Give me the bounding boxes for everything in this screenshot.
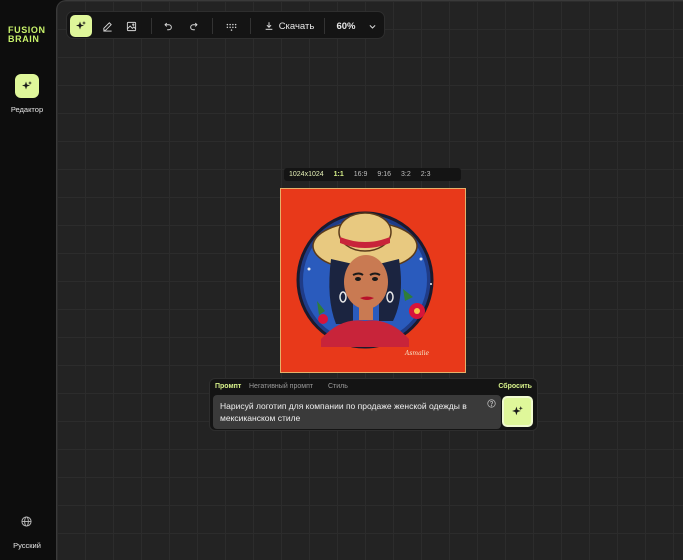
- undo-button[interactable]: [158, 15, 178, 37]
- pencil-icon: [102, 21, 112, 32]
- download-label: Скачать: [278, 20, 315, 32]
- prompt-input[interactable]: Нарисуй логотип для компании по продаже …: [213, 395, 501, 429]
- sparkle-icon: [22, 81, 32, 90]
- resolution-label: 1024x1024: [289, 171, 324, 178]
- ratio-option-16-9[interactable]: 16:9: [349, 171, 373, 178]
- image-signature: Asmalie: [404, 350, 430, 357]
- zoom-dropdown-button[interactable]: [364, 15, 380, 37]
- aspect-ratio-bar: 1024x1024 1:1 16:9 9:16 3:2 2:3: [284, 168, 461, 181]
- sidebar: FUSION BRAIN Редактор Русский: [0, 0, 56, 560]
- logo[interactable]: FUSION BRAIN: [8, 26, 46, 44]
- generate-tool-button[interactable]: [70, 15, 92, 37]
- sparkle-icon: [76, 21, 86, 30]
- ratio-option-9-16[interactable]: 9:16: [372, 171, 396, 178]
- ratio-option-2-3[interactable]: 2:3: [416, 171, 436, 178]
- chevron-down-icon: [369, 24, 375, 29]
- download-icon: [265, 22, 273, 30]
- ratio-option-1-1[interactable]: 1:1: [329, 171, 349, 178]
- undo-icon: [164, 22, 172, 31]
- generated-image[interactable]: Asmalie: [280, 188, 466, 373]
- prompt-text: Нарисуй логотип для компании по продаже …: [220, 401, 467, 423]
- prompt-panel: Промпт Негативный промпт Стиль Сбросить …: [209, 378, 538, 431]
- tab-style[interactable]: Стиль: [328, 383, 348, 390]
- redo-button[interactable]: [184, 15, 204, 37]
- portrait-illustration: Asmalie: [281, 189, 465, 372]
- reset-button[interactable]: Сбросить: [498, 383, 532, 390]
- help-icon[interactable]: [487, 399, 496, 408]
- globe-icon[interactable]: [21, 516, 32, 527]
- editor-label: Редактор: [10, 105, 44, 114]
- zoom-value[interactable]: 60%: [331, 15, 361, 37]
- grid-button[interactable]: [220, 15, 242, 37]
- toolbar-divider: [324, 18, 325, 34]
- image-icon: [126, 21, 136, 31]
- toolbar: Скачать 60%: [66, 11, 385, 39]
- generate-button[interactable]: [502, 396, 533, 427]
- logo-line-2: BRAIN: [8, 34, 40, 44]
- toolbar-divider: [212, 18, 213, 34]
- image-tool-button[interactable]: [120, 15, 142, 37]
- editor-button[interactable]: [15, 74, 39, 98]
- eraser-tool-button[interactable]: [96, 15, 118, 37]
- toolbar-divider: [151, 18, 152, 34]
- zoom-label: 60%: [336, 20, 356, 32]
- download-button[interactable]: Скачать: [260, 15, 318, 37]
- toolbar-divider: [250, 18, 251, 34]
- tab-negative-prompt[interactable]: Негативный промпт: [249, 383, 313, 390]
- grid-dots-icon: [226, 23, 236, 31]
- tab-prompt[interactable]: Промпт: [215, 383, 241, 390]
- redo-icon: [190, 22, 198, 31]
- language-selector[interactable]: Русский: [0, 541, 54, 550]
- ratio-option-3-2[interactable]: 3:2: [396, 171, 416, 178]
- sparkle-icon: [512, 406, 523, 416]
